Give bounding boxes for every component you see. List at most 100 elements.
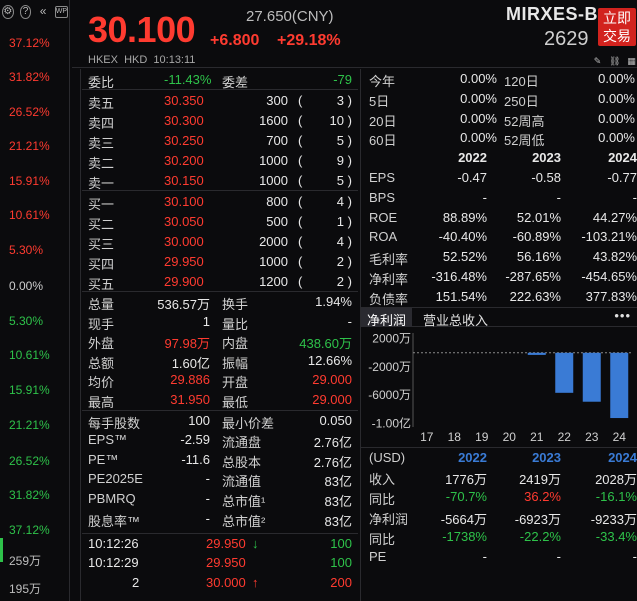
stat-label: 最小价差 — [222, 415, 275, 431]
ask-row[interactable]: 卖三 30.250 700(5) — [82, 130, 358, 151]
fin-row: PE - - - — [361, 547, 637, 567]
metric-value: - — [556, 189, 561, 205]
metric-value: 56.16% — [516, 249, 561, 265]
trade-ticks[interactable]: 10:12:26 29.950 ↓ 100 10:12:29 29.950 100 2 30.0… — [82, 533, 358, 592]
tab-net-profit[interactable]: 净利润 — [361, 307, 412, 328]
bid-volume: 1000 — [259, 254, 288, 269]
chart-tabs: 净利润 营业总收入 ••• — [361, 306, 637, 329]
bid-count: 4 — [336, 234, 344, 249]
expand-icon[interactable]: ▦ — [626, 56, 637, 67]
edit-icon[interactable]: ✎ — [592, 56, 603, 67]
stat-label: PE2025E — [88, 471, 143, 487]
bid-row[interactable]: 买四 29.950 1000(2) — [82, 251, 358, 272]
bar[interactable] — [555, 352, 574, 393]
metric-label: 净利率 — [369, 271, 409, 287]
metric-row: 毛利率 52.52% 56.16% 43.82% — [361, 247, 637, 267]
fin-value: - — [482, 548, 487, 564]
ask-paren-open: ( — [298, 93, 303, 108]
collapse-icon[interactable]: « — [37, 5, 48, 19]
x-tick-label: 24 — [613, 430, 627, 444]
fin-value: 2028万 — [595, 472, 637, 488]
bar[interactable] — [527, 352, 546, 355]
fin-value: -5664万 — [440, 511, 487, 527]
bid-row[interactable]: 买一 30.100 800(4) — [82, 191, 358, 212]
x-tick-label: 17 — [420, 430, 434, 444]
scale-label: 37.12% — [9, 523, 50, 537]
bid-paren-open: ( — [298, 234, 303, 249]
fin-years-header: (USD) 2022 2023 2024 — [361, 448, 637, 468]
stat-row: 总额 1.60亿 振幅 12.66% — [82, 351, 358, 371]
metric-value: 44.27% — [592, 209, 637, 225]
bar[interactable] — [610, 352, 629, 418]
stat-label: 总额 — [88, 355, 115, 371]
bid-price: 29.950 — [164, 254, 204, 269]
scale-label: 37.12% — [9, 36, 50, 50]
bid-paren-close: ) — [347, 234, 352, 249]
tick-row: 10:12:26 29.950 ↓ 100 — [82, 534, 358, 553]
gear-icon[interactable]: ⚙ — [2, 5, 14, 19]
bid-row[interactable]: 买五 29.900 1200(2) — [82, 271, 358, 292]
tick-row: 2 30.000 ↑ 200 — [82, 573, 358, 592]
trade-now-button[interactable]: 立即 交易 — [598, 8, 636, 46]
stat-value: 438.60万 — [299, 336, 352, 352]
fin-value: - — [632, 548, 637, 564]
fin-row: 收入 1776万 2419万 2028万 — [361, 467, 637, 487]
fin-label: 收入 — [369, 472, 396, 488]
return-label: 60日 — [369, 133, 397, 149]
net-profit-chart: 2000万 -2000万 -6000万 -1.00亿 17 18 19 20 21 22 23 24 — [368, 331, 633, 444]
stat-value: 83亿 — [324, 493, 352, 509]
more-icon[interactable]: ••• — [614, 308, 631, 323]
fin-label: 净利润 — [369, 511, 409, 527]
scale-label: 26.52% — [9, 454, 50, 468]
exchange-info: HKEX HKD 10:13:11 — [88, 54, 196, 66]
help-icon[interactable]: ? — [19, 5, 32, 19]
scale-label: 15.91% — [9, 383, 50, 397]
stat-label: 总量 — [88, 297, 115, 312]
scale-highlight-bar — [0, 538, 3, 562]
scale-label: 10.61% — [9, 208, 50, 222]
bid-volume: 1200 — [259, 274, 288, 289]
fin-value: 2419万 — [519, 472, 561, 488]
metric-row: 净利率 -316.48% -287.65% -454.65% — [361, 267, 637, 287]
return-value: 0.00% — [460, 90, 497, 106]
ask-paren-open: ( — [298, 113, 303, 128]
scale-label: 5.30% — [9, 314, 44, 328]
bid-paren-close: ) — [347, 214, 352, 229]
ask-row[interactable]: 卖五 30.350 300(3) — [82, 90, 358, 111]
tick-row: 10:12:29 29.950 100 — [82, 553, 358, 572]
return-row: 今年 0.00% 120日 0.00% — [361, 69, 637, 89]
bid-row[interactable]: 买三 30.000 2000(4) — [82, 231, 358, 252]
x-tick-label: 18 — [448, 430, 462, 444]
return-label: 120日 — [504, 74, 539, 89]
fin-value: -6923万 — [514, 511, 561, 527]
price-change: +6.800 — [210, 32, 260, 49]
bid-row[interactable]: 买二 30.050 500(1) — [82, 211, 358, 232]
metric-row: ROA -40.40% -60.89% -103.21% — [361, 227, 637, 247]
tab-revenue[interactable]: 营业总收入 — [423, 310, 488, 329]
fin-row: 同比 -70.7% 36.2% -16.1% — [361, 487, 637, 507]
stat-label: EPS™ — [88, 432, 128, 448]
stat-label: 流通盘 — [222, 435, 262, 451]
ask-row[interactable]: 卖一 30.150 1000 (5) — [82, 170, 358, 191]
ask-row[interactable]: 卖四 30.300 1600(10) — [82, 110, 358, 131]
bid-volume: 500 — [266, 214, 288, 229]
stat-row: 现手 1 量比 - — [82, 312, 358, 332]
y-tick-label: -6000万 — [368, 388, 411, 402]
link-icon[interactable]: ⛓ — [609, 56, 620, 67]
x-tick-label: 23 — [585, 430, 599, 444]
ask-price: 30.150 — [164, 173, 204, 188]
stock-code: 2629 — [544, 28, 589, 50]
stat-value: - — [205, 510, 210, 526]
stat-row: 最高 31.950 最低 29.000 — [82, 390, 358, 410]
metric-value: -103.21% — [581, 229, 637, 245]
stat-label: 最高 — [88, 394, 115, 410]
ask-paren-open: ( — [298, 153, 303, 168]
wp-icon[interactable]: WP — [54, 6, 68, 18]
bar[interactable] — [582, 352, 601, 402]
ask-count: 3 — [336, 93, 344, 108]
metric-value: 151.54% — [435, 288, 487, 304]
stat-label: 振幅 — [222, 355, 249, 371]
stat-value: 29.000 — [312, 391, 352, 407]
ask-row[interactable]: 卖二 30.200 1000(9) — [82, 150, 358, 171]
return-value: 0.00% — [598, 130, 635, 146]
